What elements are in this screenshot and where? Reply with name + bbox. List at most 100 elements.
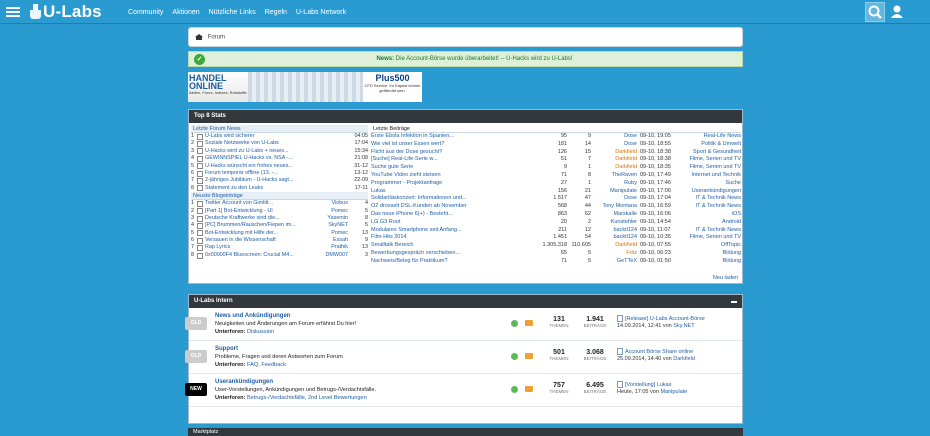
post-user[interactable]: Kunstehler — [595, 219, 637, 227]
post-user[interactable]: Tony Montana — [595, 203, 637, 211]
recent-post-row[interactable]: YouTube Video zieht stetsen 71 8 TheRaven 09… — [371, 172, 741, 180]
thread-title[interactable]: U-Labs wird sicherer — [205, 133, 322, 140]
forum-name[interactable]: Support — [215, 345, 505, 353]
post-user[interactable]: Dose — [595, 195, 637, 203]
nav-community[interactable]: Community — [128, 9, 163, 16]
subforums-links[interactable]: Betrugs-/Verdachtsfälle, 2nd Level Bewer… — [247, 395, 367, 401]
forum-news-item[interactable]: 2 Soziale Netzwerke von U-Labs 17:04 — [191, 140, 368, 148]
thread-title[interactable]: Twitter Account von Gimlitt... — [205, 200, 322, 207]
post-title[interactable]: Wie viel ist unser Essen wert? — [371, 141, 531, 149]
thread-user[interactable]: Pomec — [322, 208, 348, 215]
thread-title[interactable]: 0x00000F4 Bluescreen: Crucial M4... — [205, 252, 322, 259]
rss-icon[interactable] — [525, 386, 533, 392]
post-user[interactable]: Fritz — [595, 250, 637, 258]
recent-post-row[interactable]: Flicht aus der Dose gesucht? 126 15 Darkfie… — [371, 149, 741, 157]
thread-title[interactable]: Versauen in die Wissenschaft — [205, 237, 322, 244]
thread-title[interactable]: U-Hacks wird zu U-Labs + neues... — [205, 148, 322, 155]
thread-title[interactable]: U-Hacks wünscht ein frohes neues... — [205, 163, 322, 170]
thread-title[interactable]: Statement zu den Leaks — [205, 185, 322, 192]
last-post-user[interactable]: Darkfield — [673, 356, 695, 362]
post-forum[interactable]: Bildung — [677, 250, 741, 258]
nav-links[interactable]: Nützliche Links — [209, 9, 256, 16]
thread-title[interactable]: Bot-Entwicklung mit Hilfe der... — [205, 230, 322, 237]
recent-post-row[interactable]: Programmer - Projektanfrage 27 1 Ruby 09-10,… — [371, 180, 741, 188]
recent-post-row[interactable]: Nachweis/Beleg für Praktikum? 71 5 GeTTeX 09… — [371, 258, 741, 266]
thread-title[interactable]: Rap Lyrics — [205, 244, 322, 251]
add-icon[interactable] — [511, 353, 518, 360]
post-forum[interactable]: Real-Life News — [677, 133, 741, 141]
home-icon[interactable] — [195, 34, 203, 40]
last-post-title[interactable]: [Vorstellung] Lukas — [625, 382, 671, 388]
post-user[interactable]: Darkfield — [595, 242, 637, 250]
post-user[interactable]: GeTTeX — [595, 258, 637, 266]
last-post-user[interactable]: Manipulate — [660, 389, 687, 395]
post-title[interactable]: YouTube Video zieht stetsen — [371, 172, 531, 180]
forum-news-item[interactable]: 6 Forum temporär offline (13. -... 13-12 — [191, 170, 368, 177]
add-icon[interactable] — [511, 320, 518, 327]
post-title[interactable]: Erste Ebola Infektion in Spanien... — [371, 133, 531, 141]
ad-banner[interactable]: HANDEL ONLINE Aktien, Forex, Indizes, Ro… — [188, 72, 422, 102]
post-user[interactable]: Dose — [595, 141, 637, 149]
last-post-user[interactable]: Sky.NET — [673, 323, 694, 329]
thread-user[interactable]: Essah — [322, 237, 348, 244]
recent-post-row[interactable]: O2 drosselt DSL-Kunden ab November 568 44 T… — [371, 203, 741, 211]
recent-post-row[interactable]: Film-Hits 2014 1.451 54 backtl124 09-10, 10:… — [371, 234, 741, 242]
post-title[interactable]: [Suche] Real-Life-Serie w... — [371, 156, 531, 164]
thread-title[interactable]: 2-jähriges Jubiläum - U-Hacks sagt... — [205, 177, 322, 184]
post-title[interactable]: Smalltalk Bereich — [371, 242, 531, 250]
post-user[interactable]: Darkfield — [595, 156, 637, 164]
forum-news-item[interactable]: 4 GEWINNSPIEL U-Hacks vs. NSA -... 21:08 — [191, 155, 368, 162]
forum-name[interactable]: Userankündigungen — [215, 378, 505, 386]
thread-title[interactable]: [PC] Brummen/Rauschen/Fiepen im... — [205, 222, 322, 229]
post-forum[interactable]: Filme, Serien und TV — [677, 156, 741, 164]
post-user[interactable]: Marskalle — [595, 211, 637, 219]
blog-item[interactable]: 3 Deutsche Kraftwerke sind die... Yasemin 8 — [191, 215, 368, 222]
post-user[interactable]: backtl124 — [595, 234, 637, 242]
post-forum[interactable]: IT & Technik News — [677, 195, 741, 203]
subforums-links[interactable]: Diskussion — [247, 329, 274, 335]
thread-user[interactable] — [322, 155, 348, 162]
post-user[interactable]: Ruby — [595, 180, 637, 188]
post-user[interactable]: Darkfield — [595, 149, 637, 157]
collapse-icon[interactable] — [731, 301, 737, 303]
post-user[interactable]: backtl124 — [595, 227, 637, 235]
thread-user[interactable] — [322, 163, 348, 170]
post-title[interactable]: Film-Hits 2014 — [371, 234, 531, 242]
recent-post-row[interactable]: Das neue iPhone 6(+) - Besteht... 863 62 Ma… — [371, 211, 741, 219]
thread-user[interactable]: Prathik — [322, 244, 348, 251]
post-forum[interactable]: IT & Technik News — [677, 227, 741, 235]
rss-icon[interactable] — [525, 353, 533, 359]
blog-item[interactable]: 4 [PC] Brummen/Rauschen/Fiepen im... SkyNE… — [191, 222, 368, 229]
thread-title[interactable]: Soziale Netzwerke von U-Labs — [205, 140, 322, 147]
post-title[interactable]: Bewerbungsgespräch verschieben... — [371, 250, 531, 258]
post-title[interactable]: O2 drosselt DSL-Kunden ab November — [371, 203, 531, 211]
post-title[interactable]: Lukas — [371, 188, 531, 196]
recent-post-row[interactable]: Smalltalk Bereich 1.305.318 110.605 Darkfie… — [371, 242, 741, 250]
blog-header[interactable]: Neuste Blogeinträge — [191, 192, 368, 201]
recent-post-row[interactable]: Bewerbungsgespräch verschieben... 65 5 Frit… — [371, 250, 741, 258]
subforums-links[interactable]: FAQ, Feedback — [247, 362, 286, 368]
recent-post-row[interactable]: Erste Ebola Infektion in Spanien... 95 9 Do… — [371, 133, 741, 141]
search-button[interactable] — [865, 2, 885, 22]
post-title[interactable]: Solidaritäskonzert: Informationen und... — [371, 195, 531, 203]
breadcrumb-forum[interactable]: Forum — [208, 35, 225, 41]
thread-title[interactable]: Forum temporär offline (13. -... — [205, 170, 322, 177]
thread-user[interactable] — [322, 185, 348, 192]
thread-title[interactable]: Deutsche Kraftwerke sind die... — [205, 215, 322, 222]
post-forum[interactable]: Suche — [677, 180, 741, 188]
thread-user[interactable] — [322, 177, 348, 184]
thread-title[interactable]: [Part 1] Bot-Entwicklung - UI — [205, 208, 322, 215]
post-title[interactable]: Suche gute Serie — [371, 164, 531, 172]
add-icon[interactable] — [511, 386, 518, 393]
post-forum[interactable]: Userankündigungen — [677, 188, 741, 196]
forum-news-item[interactable]: 8 Statement zu den Leaks 17-11 — [191, 185, 368, 192]
thread-user[interactable]: Yasemin — [322, 215, 348, 222]
forum-news-item[interactable]: 7 2-jähriges Jubiläum - U-Hacks sagt... 22… — [191, 177, 368, 185]
post-title[interactable]: LG G3 Root — [371, 219, 531, 227]
forum-news-item[interactable]: 3 U-Hacks wird zu U-Labs + neues... 15:34 — [191, 148, 368, 155]
post-forum[interactable]: Sport & Gesundheit — [677, 149, 741, 157]
blog-item[interactable]: 1 Twitter Account von Gimlitt... Viobus 4 — [191, 200, 368, 207]
forum-news-item[interactable]: 5 U-Hacks wünscht ein frohes neues... 31-1… — [191, 163, 368, 170]
nav-regeln[interactable]: Regeln — [265, 9, 287, 16]
news-text[interactable]: Die Account-Börse wurde überarbeitet! --… — [396, 56, 573, 62]
